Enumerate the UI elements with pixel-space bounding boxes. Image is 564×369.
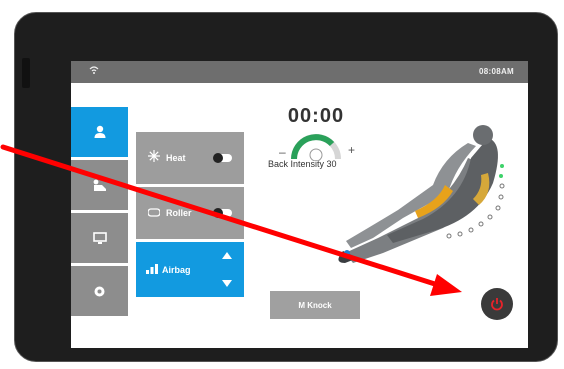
recline-icon <box>93 179 106 191</box>
wifi-icon <box>89 66 99 77</box>
nav-display[interactable] <box>71 213 128 263</box>
nav-user-mode[interactable] <box>71 107 128 157</box>
timer-display: 00:00 <box>287 105 345 127</box>
roller-panel[interactable]: Roller <box>136 187 244 239</box>
airbag-decrease-button[interactable] <box>222 280 232 287</box>
roller-icon <box>147 204 161 222</box>
heat-panel[interactable]: Heat <box>136 132 244 184</box>
signal-icon <box>146 261 158 279</box>
intensity-decrease-button[interactable]: – <box>279 145 286 159</box>
status-time: 08:08AM <box>478 67 514 76</box>
tablet-frame: 08:08AM Heat Roller Airbag 00:00 – + Bac… <box>14 12 558 362</box>
intensity-increase-button[interactable]: + <box>348 143 355 157</box>
app-screen: 08:08AM Heat Roller Airbag 00:00 – + Bac… <box>71 61 528 348</box>
status-bar: 08:08AM <box>71 61 528 83</box>
settings-icon <box>94 286 105 296</box>
person-icon <box>94 125 105 138</box>
heat-toggle[interactable] <box>213 153 232 163</box>
roller-toggle[interactable] <box>213 208 232 218</box>
intensity-label: Back Intensity 30 <box>268 159 337 169</box>
airbag-label: Airbag <box>162 264 191 275</box>
airbag-increase-button[interactable] <box>222 252 232 259</box>
nav-recline[interactable] <box>71 160 128 210</box>
m-knock-button[interactable]: M Knock <box>270 291 360 319</box>
monitor-icon <box>92 231 107 244</box>
heat-label: Heat <box>166 153 186 163</box>
airbag-panel[interactable]: Airbag <box>136 242 244 297</box>
intensity-gauge <box>291 134 341 161</box>
nav-settings[interactable] <box>71 266 128 316</box>
roller-label: Roller <box>166 208 192 218</box>
heat-icon <box>148 149 160 167</box>
power-button[interactable] <box>481 288 513 320</box>
power-icon <box>491 298 503 311</box>
tablet-side-button[interactable] <box>22 58 30 88</box>
